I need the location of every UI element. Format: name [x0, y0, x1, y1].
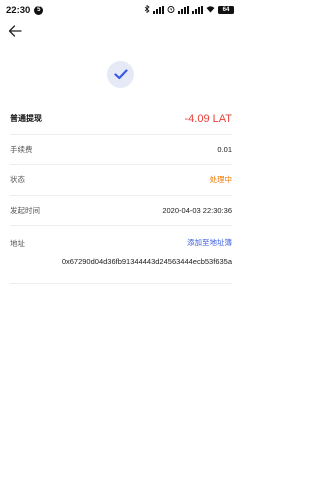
status-value: 处理中	[209, 175, 233, 185]
withdraw-amount: -4.09 LAT	[184, 112, 233, 125]
fee-label: 手续费	[10, 144, 33, 154]
battery-icon: 64	[218, 6, 234, 14]
signal-icon-1	[153, 6, 164, 14]
add-to-address-book-link[interactable]: 添加至地址簿	[187, 237, 232, 248]
status-left: 22:30 5	[6, 4, 44, 16]
checkmark-icon	[113, 69, 128, 80]
fee-value: 0.01	[217, 144, 232, 154]
status-time: 22:30	[6, 4, 31, 16]
notification-badge: 5	[34, 5, 44, 15]
arrow-left-icon	[8, 25, 22, 37]
status-right: 64	[144, 4, 234, 15]
alarm-icon	[167, 5, 175, 15]
time-value: 2020-04-03 22:30:36	[162, 205, 232, 215]
time-row: 发起时间 2020-04-03 22:30:36	[10, 196, 232, 226]
withdraw-type-row: 普通提现 -4.09 LAT	[10, 104, 232, 135]
bluetooth-icon	[144, 4, 150, 15]
success-status-circle	[107, 61, 134, 88]
wifi-icon	[206, 5, 215, 15]
withdraw-type-label: 普通提现	[10, 114, 42, 124]
address-value: 0x67290d04d36fb91344443d24563444ecb53f63…	[61, 257, 232, 266]
back-button[interactable]	[6, 22, 24, 40]
address-label: 地址	[10, 239, 25, 248]
status-label: 状态	[10, 175, 25, 185]
status-bar: 22:30 5 64	[0, 0, 240, 20]
status-row: 状态 处理中	[10, 165, 232, 196]
signal-icon-2	[178, 6, 189, 14]
withdrawal-details: 普通提现 -4.09 LAT 手续费 0.01 状态 处理中 发起时间 2020…	[10, 104, 232, 284]
time-label: 发起时间	[10, 205, 40, 215]
signal-icon-3	[192, 6, 203, 14]
fee-row: 手续费 0.01	[10, 135, 232, 165]
address-row: 地址 添加至地址簿 0x67290d04d36fb91344443d245634…	[10, 226, 232, 284]
